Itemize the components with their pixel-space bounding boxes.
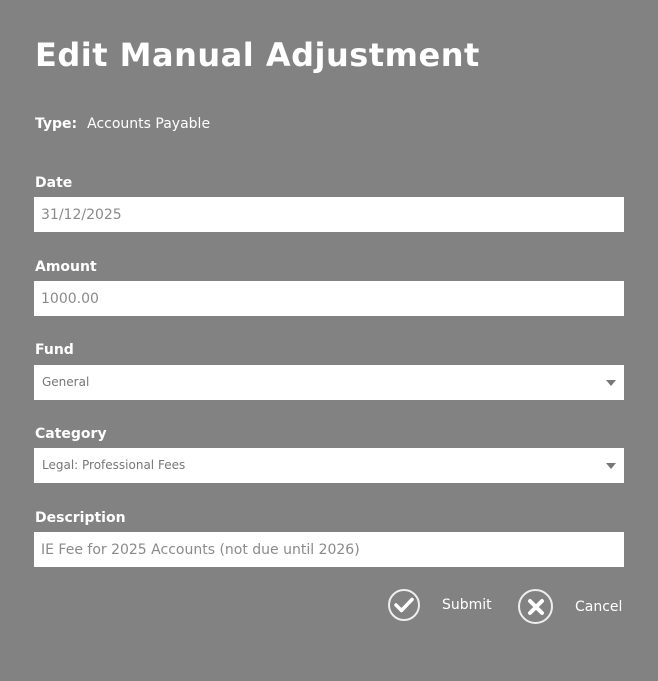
category-value: Legal: Professional Fees [42,458,186,472]
date-input[interactable] [34,197,624,232]
description-input[interactable] [34,532,624,567]
type-row: Type: Accounts Payable [35,116,210,132]
type-value: Accounts Payable [87,116,211,132]
chevron-down-icon [606,463,616,469]
description-label: Description [35,510,126,526]
dialog-title: Edit Manual Adjustment [35,36,480,74]
cancel-label: Cancel [575,598,623,615]
category-label: Category [35,426,107,442]
close-icon [518,589,553,624]
type-label: Type: [35,116,78,132]
date-label: Date [35,175,73,191]
submit-button[interactable]: Submit [388,589,492,621]
check-icon [388,589,420,621]
fund-select[interactable]: General [34,365,624,400]
chevron-down-icon [606,380,616,386]
fund-label: Fund [35,342,74,358]
cancel-button[interactable]: Cancel [518,589,622,624]
amount-label: Amount [35,259,97,275]
fund-value: General [42,375,90,389]
amount-input[interactable] [34,281,624,316]
category-select[interactable]: Legal: Professional Fees [34,448,624,483]
submit-label: Submit [442,597,492,613]
